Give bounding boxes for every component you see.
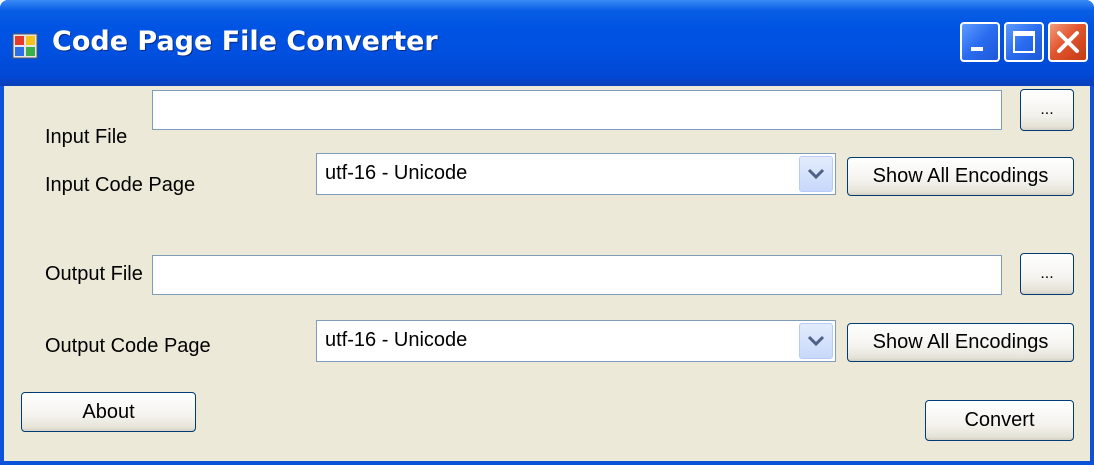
app-icon <box>12 33 38 59</box>
window-title: Code Page File Converter <box>52 26 438 57</box>
chevron-down-icon <box>807 335 825 347</box>
output-code-page-dropdown-button[interactable] <box>799 323 833 359</box>
output-browse-button[interactable]: ... <box>1020 253 1074 295</box>
minimize-button[interactable] <box>960 22 1000 62</box>
input-code-page-value: utf-16 - Unicode <box>325 162 468 184</box>
title-bar[interactable]: Code Page File Converter <box>0 0 1094 86</box>
input-browse-button[interactable]: ... <box>1020 89 1074 131</box>
input-file-label: Input File <box>45 126 128 148</box>
output-code-page-select[interactable]: utf-16 - Unicode <box>316 320 836 362</box>
chevron-down-icon <box>807 168 825 180</box>
input-file-field[interactable] <box>152 90 1002 130</box>
input-code-page-select[interactable]: utf-16 - Unicode <box>316 153 836 195</box>
maximize-button[interactable] <box>1004 22 1044 62</box>
minimize-icon <box>971 47 983 51</box>
form-area: Input File ... Input Code Page utf-16 - … <box>4 86 1090 465</box>
maximize-icon <box>1013 31 1035 53</box>
output-file-label: Output File <box>45 263 143 285</box>
input-show-all-encodings-button[interactable]: Show All Encodings <box>847 157 1074 196</box>
output-file-field[interactable] <box>152 255 1002 295</box>
app-window: Code Page File Converter Input File ... … <box>0 0 1094 465</box>
close-icon <box>1057 31 1079 53</box>
input-code-page-label: Input Code Page <box>45 174 196 196</box>
input-code-page-dropdown-button[interactable] <box>799 156 833 192</box>
convert-button[interactable]: Convert <box>925 400 1074 441</box>
output-code-page-label: Output Code Page <box>45 335 211 357</box>
close-button[interactable] <box>1048 22 1088 62</box>
about-button[interactable]: About <box>21 392 196 432</box>
output-code-page-value: utf-16 - Unicode <box>325 329 468 351</box>
output-show-all-encodings-button[interactable]: Show All Encodings <box>847 323 1074 362</box>
